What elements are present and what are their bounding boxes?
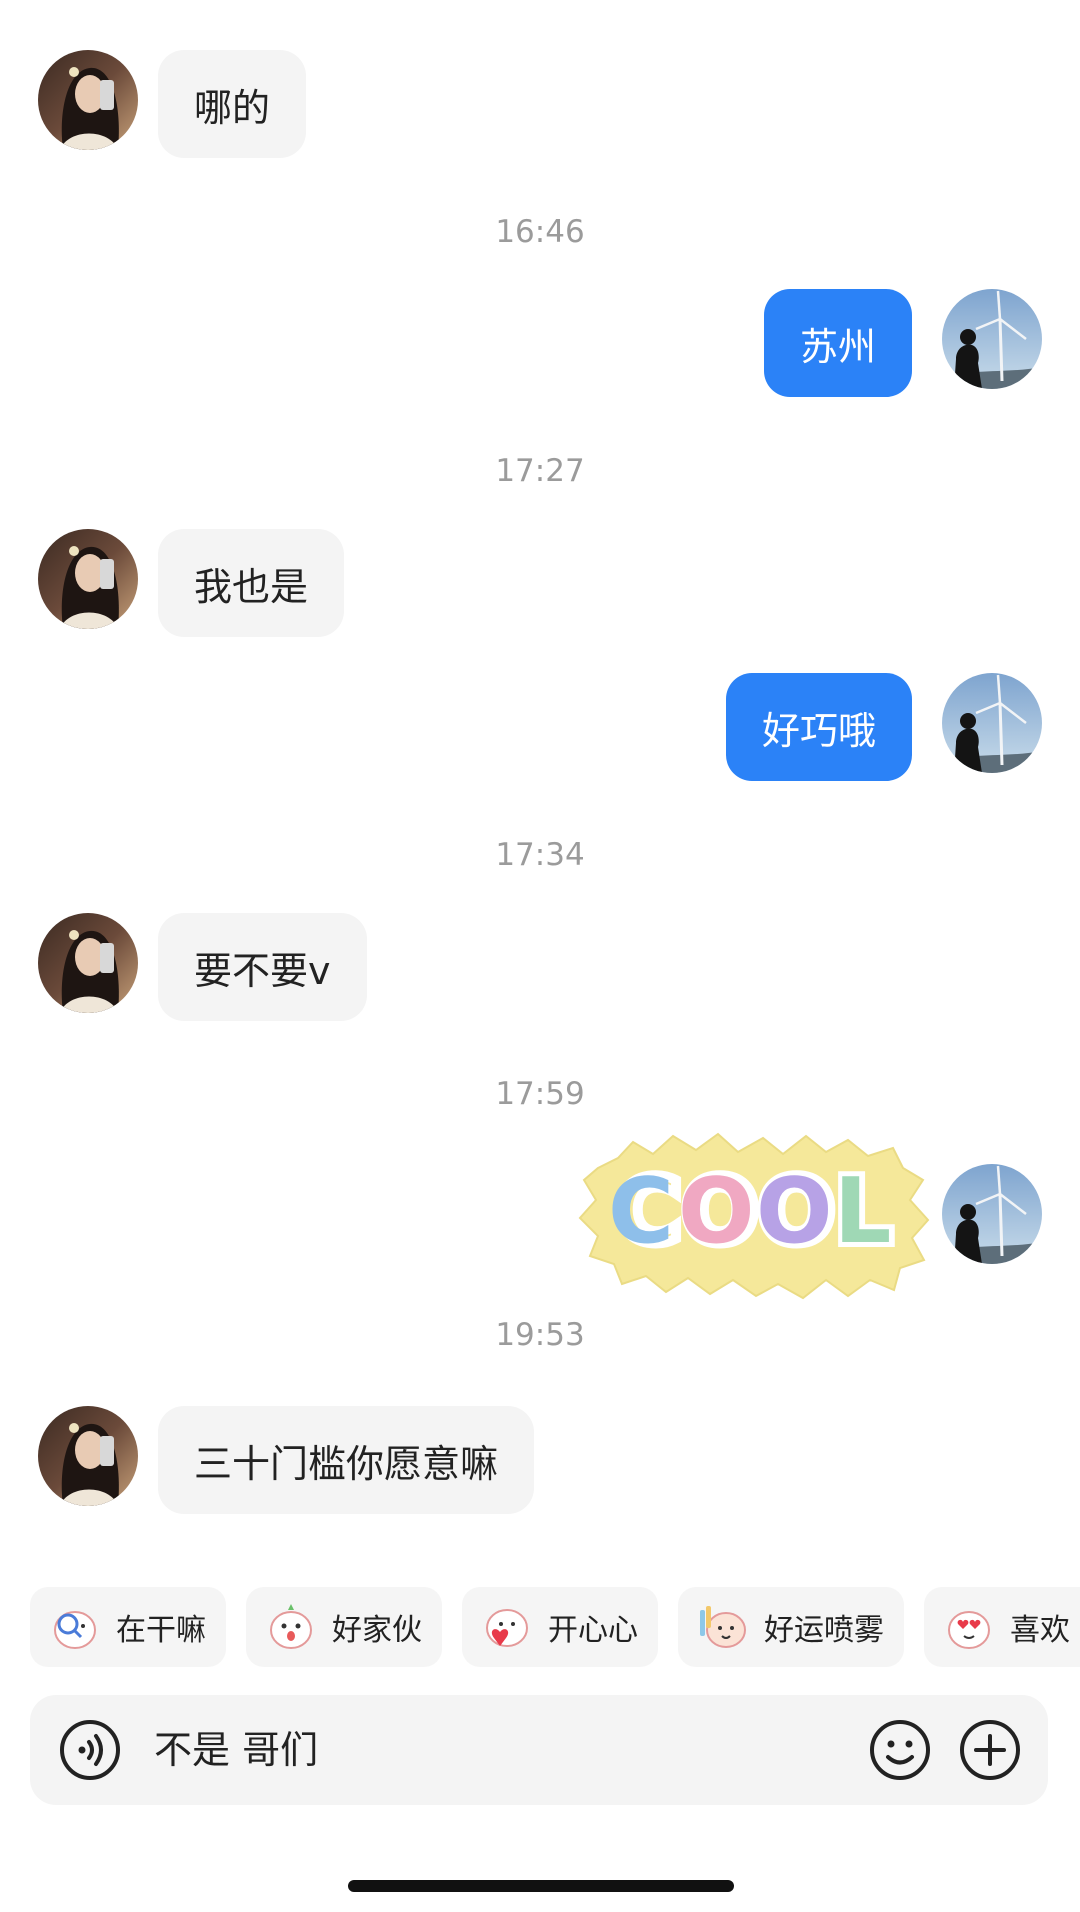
sticker-letter: O (756, 1159, 833, 1264)
surprised-sticker-icon (270, 1604, 312, 1649)
quick-reply-chip[interactable]: 好运喷雾 (678, 1587, 904, 1667)
timestamp: 17:59 (495, 1076, 585, 1112)
quick-reply-chip[interactable]: 开心心 (462, 1587, 658, 1667)
sticker-letter: O (678, 1159, 755, 1264)
emoji-button[interactable] (862, 1712, 938, 1788)
quick-sticker-bar: 在干嘛 好家伙 开心心 好运喷雾 喜欢 (0, 1587, 1080, 1669)
timestamp: 17:27 (495, 453, 585, 489)
outgoing-message-bubble[interactable]: 好巧哦 (725, 673, 912, 781)
quick-reply-label: 在干嘛 (116, 1613, 206, 1648)
incoming-message-bubble[interactable]: 要不要v (158, 913, 367, 1021)
my-avatar[interactable] (942, 289, 1042, 389)
contact-avatar[interactable] (38, 50, 138, 150)
quick-reply-label: 好家伙 (332, 1613, 422, 1648)
quick-reply-label: 喜欢 (1010, 1613, 1070, 1648)
timestamp: 19:53 (495, 1317, 585, 1353)
quick-reply-chip[interactable]: 在干嘛 (30, 1587, 226, 1667)
contact-avatar[interactable] (38, 1406, 138, 1506)
timestamp: 17:34 (495, 837, 585, 873)
message-input-field[interactable]: 不是 哥们 (154, 1695, 318, 1805)
my-avatar[interactable] (942, 1164, 1042, 1264)
voice-icon (60, 1720, 120, 1780)
magnifier-sticker-icon (54, 1611, 96, 1649)
message-input-bar: 不是 哥们 (30, 1695, 1048, 1805)
incoming-message-bubble[interactable]: 哪的 (158, 50, 307, 158)
emoji-icon (870, 1720, 930, 1780)
cool-sticker[interactable]: COOL C O O L (578, 1128, 930, 1300)
contact-avatar[interactable] (38, 529, 138, 629)
outgoing-message-bubble[interactable]: 苏州 (763, 289, 912, 397)
love-sticker-icon (948, 1611, 990, 1649)
spray-sticker-icon (700, 1606, 746, 1648)
more-button[interactable] (952, 1712, 1028, 1788)
incoming-message-bubble[interactable]: 三十门槛你愿意嘛 (158, 1406, 535, 1514)
sticker-letter: L (834, 1159, 891, 1264)
sticker-letter: C (608, 1159, 674, 1264)
quick-reply-chip[interactable]: 喜欢 (924, 1587, 1080, 1667)
contact-avatar[interactable] (38, 913, 138, 1013)
plus-icon (960, 1720, 1020, 1780)
incoming-message-bubble[interactable]: 我也是 (158, 529, 345, 637)
my-avatar[interactable] (942, 673, 1042, 773)
home-indicator[interactable] (348, 1880, 734, 1892)
voice-button[interactable] (52, 1712, 128, 1788)
quick-reply-label: 好运喷雾 (764, 1613, 884, 1648)
quick-reply-label: 开心心 (548, 1613, 638, 1648)
quick-reply-chip[interactable]: 好家伙 (246, 1587, 442, 1667)
timestamp: 16:46 (495, 214, 585, 250)
heart-sticker-icon (486, 1609, 528, 1647)
